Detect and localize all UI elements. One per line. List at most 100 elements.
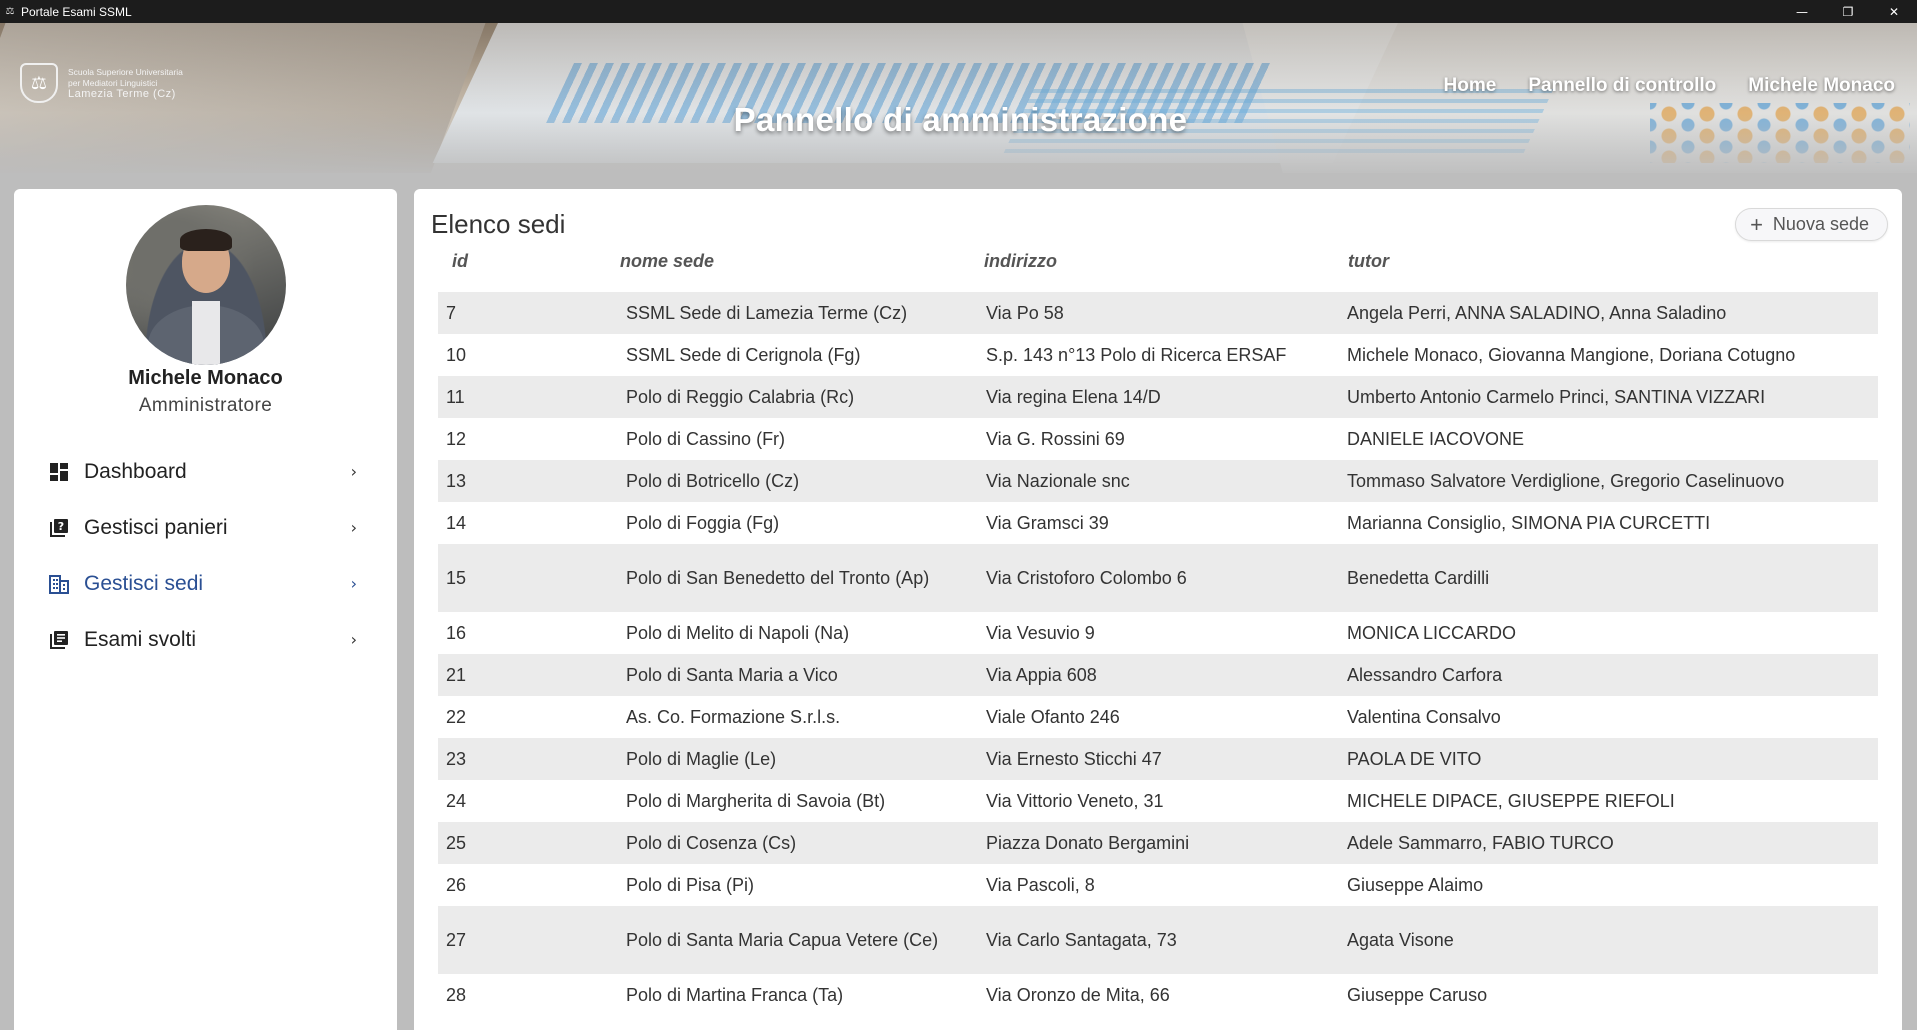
cell-id: 10 [446,344,467,365]
dashboard-icon [48,461,70,483]
sidebar-item-dashboard[interactable]: Dashboard › [14,444,397,500]
table-row[interactable]: 13 Polo di Botricello (Cz) Via Nazionale… [438,460,1878,502]
top-nav: Home Pannello di controllo Michele Monac… [1444,75,1895,97]
cell-tutor: Benedetta Cardilli [1347,567,1490,588]
cell-indirizzo: Via Oronzo de Mita, 66 [986,984,1170,1005]
cell-tutor: MICHELE DIPACE, GIUSEPPE RIEFOLI [1347,790,1675,811]
column-header-tutor[interactable]: tutor [1348,251,1389,272]
cell-tutor: Tommaso Salvatore Verdiglione, Gregorio … [1347,470,1785,491]
column-header-indirizzo[interactable]: indirizzo [984,251,1057,272]
cell-nome-sede: Polo di Santa Maria Capua Vetere (Ce) [626,929,939,950]
logo-line-3: Lamezia Terme (Cz) [68,87,176,100]
cell-tutor: Giuseppe Alaimo [1347,874,1484,895]
sidebar-item-label: Gestisci sedi [84,572,204,595]
sedi-table: 7 SSML Sede di Lamezia Terme (Cz) Via Po… [438,292,1878,1016]
cell-indirizzo: Via Cristoforo Colombo 6 [986,567,1187,588]
table-row[interactable]: 21 Polo di Santa Maria a Vico Via Appia … [438,654,1878,696]
table-row[interactable]: 11 Polo di Reggio Calabria (Rc) Via regi… [438,376,1878,418]
cell-tutor: Agata Visone [1347,929,1454,950]
cell-nome-sede: Polo di Cosenza (Cs) [626,832,797,853]
new-sede-button-label: Nuova sede [1772,214,1869,234]
chevron-right-icon: › [350,462,357,481]
chevron-right-icon: › [350,518,357,537]
table-row[interactable]: 22 As. Co. Formazione S.r.l.s. Viale Ofa… [438,696,1878,738]
cell-id: 15 [446,567,467,588]
cell-nome-sede: SSML Sede di Lamezia Terme (Cz) [626,302,908,323]
cell-indirizzo: Viale Ofanto 246 [986,706,1120,727]
cell-indirizzo: Via regina Elena 14/D [986,386,1161,407]
sidebar-item-label: Gestisci panieri [84,516,228,539]
cell-indirizzo: Via Nazionale snc [986,470,1130,491]
cell-nome-sede: Polo di Reggio Calabria (Rc) [626,386,855,407]
minimize-button[interactable]: — [1779,0,1825,23]
table-row[interactable]: 26 Polo di Pisa (Pi) Via Pascoli, 8 Gius… [438,864,1878,906]
banner-shade [0,23,1917,173]
cell-nome-sede: Polo di Cassino (Fr) [626,428,786,449]
sidebar-item-label: Esami svolti [84,628,197,651]
cell-tutor: Valentina Consalvo [1347,706,1501,727]
library-books-icon [48,629,70,651]
cell-nome-sede: Polo di Maglie (Le) [626,748,777,769]
cell-id: 13 [446,470,467,491]
close-button[interactable]: ✕ [1871,0,1917,23]
cell-nome-sede: Polo di San Benedetto del Tronto (Ap) [626,567,930,588]
avatar-hair [180,229,232,251]
column-header-id[interactable]: id [452,251,468,272]
table-row[interactable]: 24 Polo di Margherita di Savoia (Bt) Via… [438,780,1878,822]
table-row[interactable]: 12 Polo di Cassino (Fr) Via G. Rossini 6… [438,418,1878,460]
cell-indirizzo: Via Gramsci 39 [986,512,1109,533]
table-row[interactable]: 25 Polo di Cosenza (Cs) Piazza Donato Be… [438,822,1878,864]
table-row[interactable]: 23 Polo di Maglie (Le) Via Ernesto Sticc… [438,738,1878,780]
building-icon [48,573,70,595]
table-row[interactable]: 28 Polo di Martina Franca (Ta) Via Oronz… [438,974,1878,1016]
school-logo[interactable]: ⚖ Scuola Superiore Universitaria per Med… [20,63,183,103]
cell-id: 16 [446,622,467,643]
nav-control-panel-link[interactable]: Pannello di controllo [1528,75,1716,97]
cell-tutor: Angela Perri, ANNA SALADINO, Anna Saladi… [1347,302,1727,323]
cell-id: 23 [446,748,467,769]
cell-id: 25 [446,832,467,853]
cell-id: 27 [446,929,467,950]
window-titlebar: ⚖ Portale Esami SSML — ❐ ✕ [0,0,1917,23]
cell-tutor: Michele Monaco, Giovanna Mangione, Doria… [1347,344,1796,365]
header-banner: ⚖ Scuola Superiore Universitaria per Med… [0,23,1917,173]
table-row[interactable]: 7 SSML Sede di Lamezia Terme (Cz) Via Po… [438,292,1878,334]
table-row[interactable]: 27 Polo di Santa Maria Capua Vetere (Ce)… [438,906,1878,974]
column-header-nome-sede[interactable]: nome sede [620,251,714,272]
cell-indirizzo: Via Carlo Santagata, 73 [986,929,1177,950]
cell-indirizzo: Via Vittorio Veneto, 31 [986,790,1164,811]
sidebar-item-gestisci-sedi[interactable]: Gestisci sedi › [14,556,397,612]
logo-line-1: Scuola Superiore Universitaria [68,66,183,77]
table-row[interactable]: 15 Polo di San Benedetto del Tronto (Ap)… [438,544,1878,612]
cell-tutor: MONICA LICCARDO [1347,622,1517,643]
plus-icon: + [1750,211,1763,237]
cell-indirizzo: S.p. 143 n°13 Polo di Ricerca ERSAF [986,344,1287,365]
cell-id: 11 [446,386,465,407]
cell-tutor: Adele Sammarro, FABIO TURCO [1347,832,1614,853]
sidebar-item-esami-svolti[interactable]: Esami svolti › [14,612,397,668]
restore-button[interactable]: ❐ [1825,0,1871,23]
sidebar: Michele Monaco Amministratore Dashboard … [14,189,397,1030]
page-title-text: Pannello di amministrazione [733,101,1188,138]
table-row[interactable]: 14 Polo di Foggia (Fg) Via Gramsci 39 Ma… [438,502,1878,544]
table-row[interactable]: 16 Polo di Melito di Napoli (Na) Via Ves… [438,612,1878,654]
user-role: Amministratore [138,395,273,416]
cell-tutor: Giuseppe Caruso [1347,984,1488,1005]
page-title: Pannello di amministrazione [0,101,1917,139]
cell-indirizzo: Via Appia 608 [986,664,1097,685]
nav-home-link[interactable]: Home [1444,75,1497,97]
section-title: Elenco sedi [431,209,566,239]
sidebar-item-gestisci-panieri[interactable]: ? Gestisci panieri › [14,500,397,556]
new-sede-button[interactable]: + Nuova sede [1735,208,1888,241]
cell-tutor: PAOLA DE VITO [1347,748,1482,769]
cell-id: 22 [446,706,467,727]
cell-nome-sede: Polo di Pisa (Pi) [626,874,755,895]
cell-nome-sede: SSML Sede di Cerignola (Fg) [626,344,861,365]
nav-user-link[interactable]: Michele Monaco [1748,75,1895,97]
cell-tutor: Alessandro Carfora [1347,664,1503,685]
cell-id: 7 [446,302,457,323]
cell-id: 26 [446,874,467,895]
table-row[interactable]: 10 SSML Sede di Cerignola (Fg) S.p. 143 … [438,334,1878,376]
cell-indirizzo: Via Pascoli, 8 [986,874,1095,895]
cell-indirizzo: Piazza Donato Bergamini [986,832,1190,853]
